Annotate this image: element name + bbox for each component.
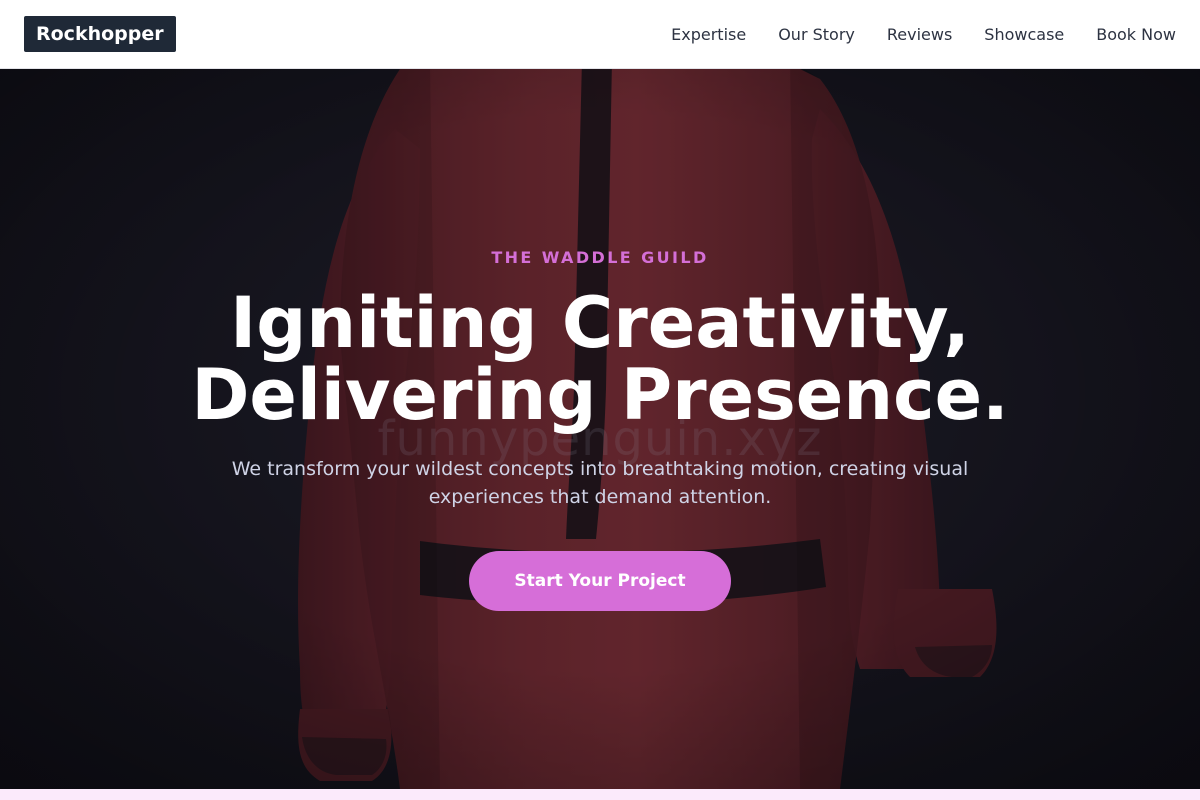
hero-section: funnypenguin.xyz THE WADDLE GUILD Igniti… (0, 69, 1200, 789)
next-section-edge (0, 789, 1200, 800)
nav-link-showcase[interactable]: Showcase (984, 25, 1064, 44)
hero-headline-line-2: Delivering Presence. (191, 354, 1009, 436)
brand-logo[interactable]: Rockhopper (24, 16, 176, 52)
top-navbar: Rockhopper Expertise Our Story Reviews S… (0, 0, 1200, 69)
hero-eyebrow: THE WADDLE GUILD (491, 248, 709, 267)
nav-link-reviews[interactable]: Reviews (887, 25, 952, 44)
nav-link-expertise[interactable]: Expertise (671, 25, 746, 44)
nav-link-our-story[interactable]: Our Story (778, 25, 855, 44)
hero-headline: Igniting Creativity, Delivering Presence… (0, 287, 1200, 431)
hero-headline-line-1: Igniting Creativity, (230, 282, 970, 364)
hero-subtext: We transform your wildest concepts into … (231, 458, 969, 508)
main-nav: Expertise Our Story Reviews Showcase Boo… (671, 0, 1176, 68)
start-project-button[interactable]: Start Your Project (469, 551, 731, 611)
nav-link-book-now[interactable]: Book Now (1096, 25, 1176, 44)
